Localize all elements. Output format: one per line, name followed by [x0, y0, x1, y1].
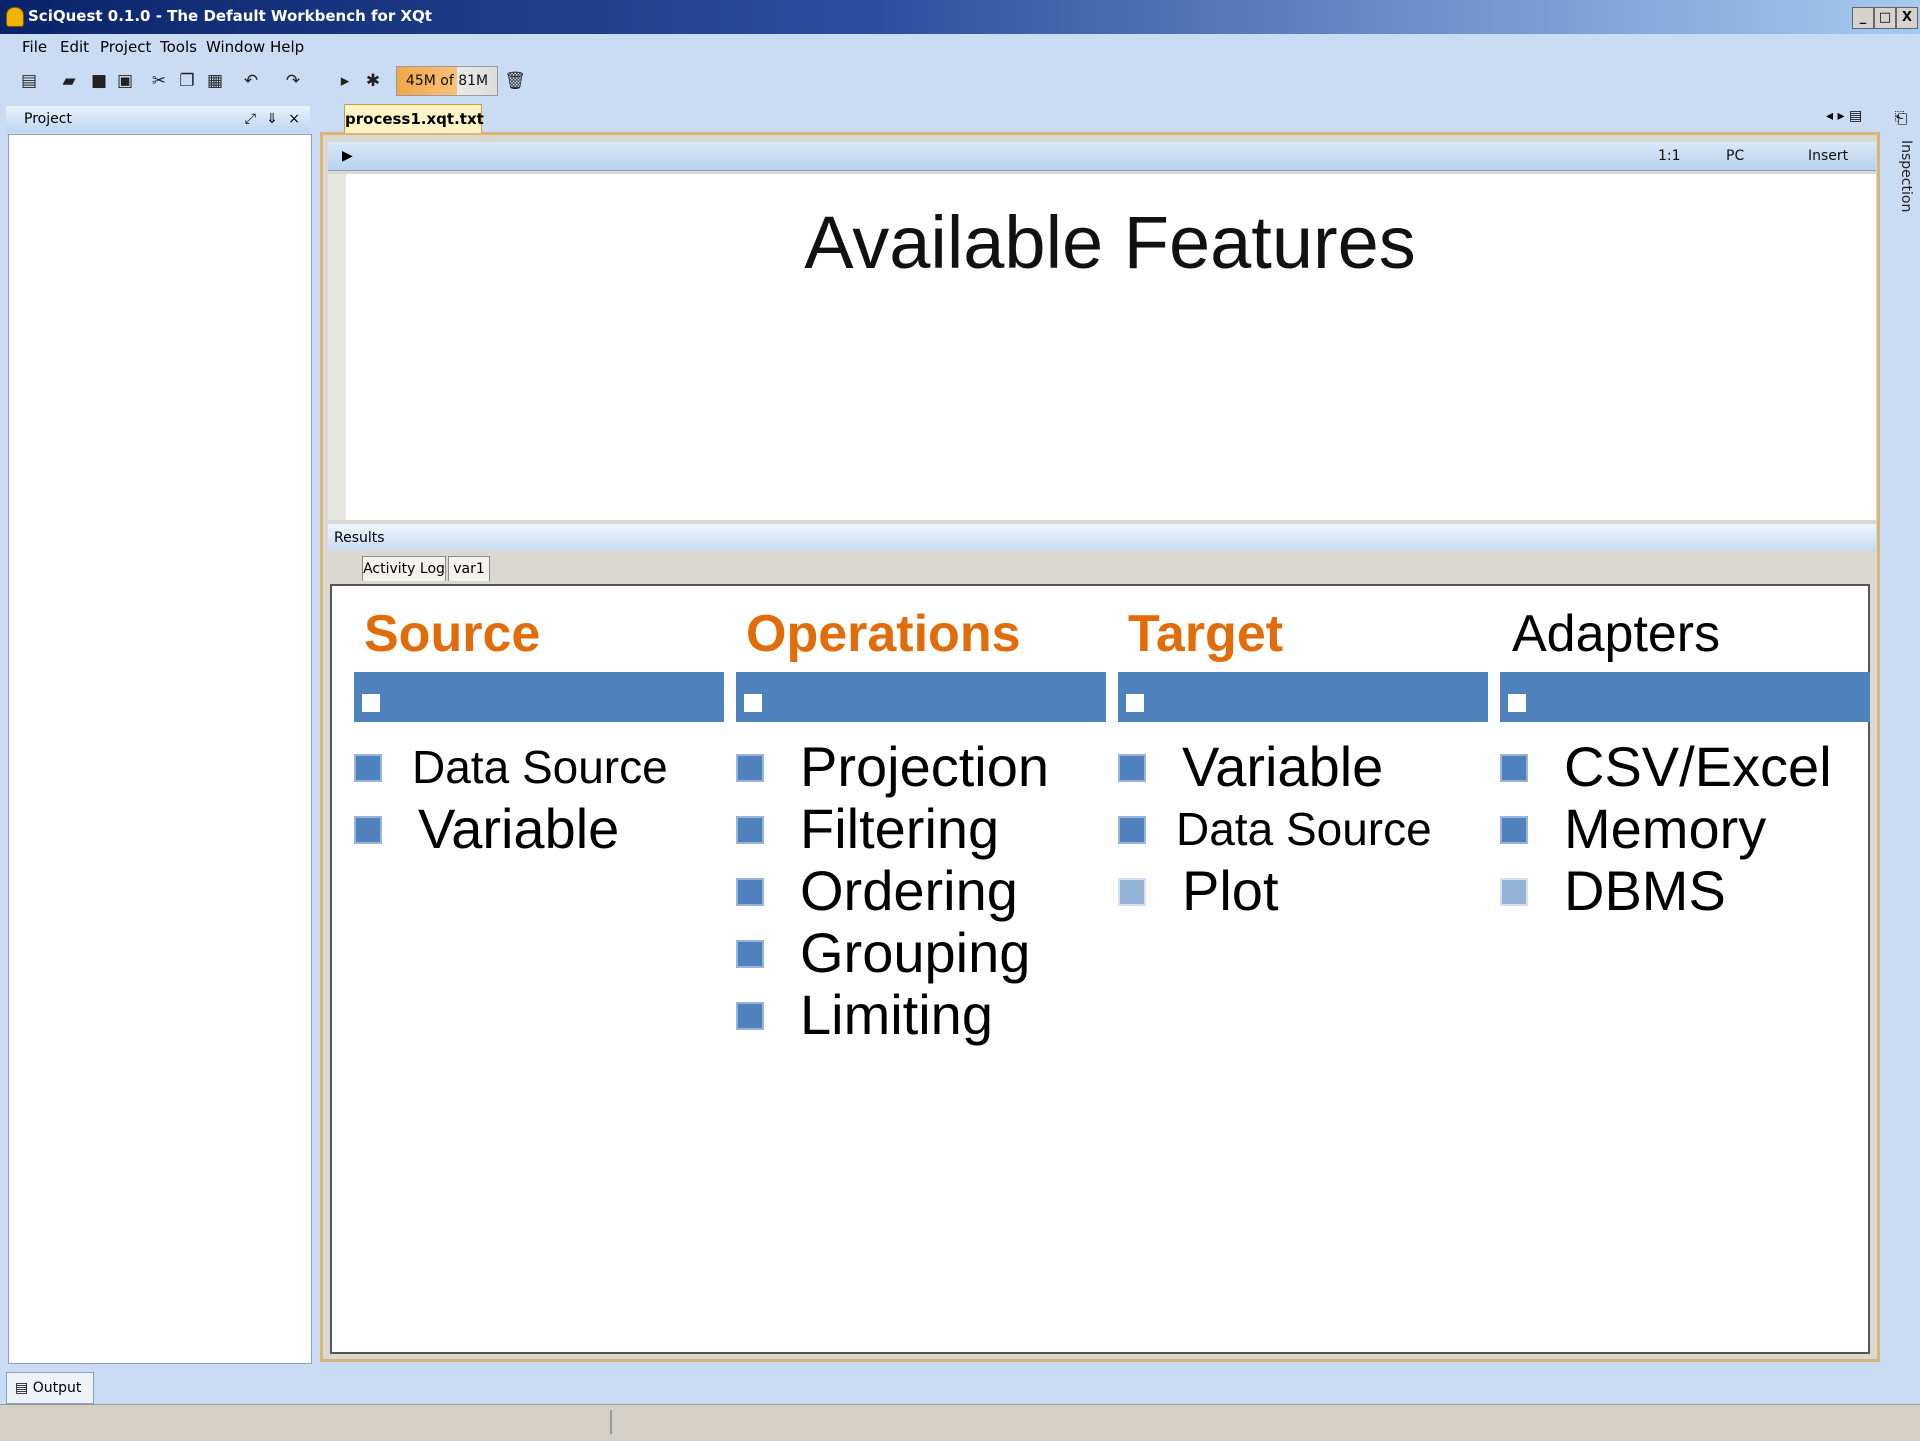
garbage-collect-icon[interactable]: 🗑 [504, 70, 526, 92]
list-item: Memory [1564, 797, 1767, 860]
column-bar-operations [736, 672, 1106, 722]
bullet-icon [1500, 816, 1528, 844]
tab-activity-log[interactable]: Activity Log [362, 556, 446, 581]
list-item: Grouping [800, 921, 1031, 984]
column-bar-source [354, 672, 724, 722]
menu-file[interactable]: File [22, 38, 47, 56]
save-all-icon[interactable]: ▣ [114, 70, 136, 92]
column-title-target: Target [1128, 605, 1284, 663]
column-title-operations: Operations [746, 605, 1021, 663]
redo-icon[interactable]: ↷ [282, 70, 304, 92]
bullet-icon [1118, 816, 1146, 844]
bullet-icon [354, 754, 382, 782]
run-arrow-icon[interactable]: ▶ [342, 148, 353, 164]
output-button[interactable]: ▤ Output [6, 1372, 94, 1404]
new-file-icon[interactable]: ▤ [18, 70, 40, 92]
line-ending: PC [1726, 148, 1745, 164]
menu-help[interactable]: Help [270, 38, 304, 56]
project-panel-title: Project [24, 111, 72, 127]
bullet-icon [736, 816, 764, 844]
inspection-icon[interactable]: ⎗ [1890, 108, 1912, 130]
list-item: Variable [1182, 735, 1384, 798]
status-divider [610, 1410, 612, 1434]
tab-nav-icon[interactable]: ◂ ▸ ▤ [1826, 108, 1862, 124]
column-bar-adapters [1500, 672, 1870, 722]
run-icon[interactable]: ▸ [334, 70, 356, 92]
memory-indicator: 45M of 81M [396, 66, 498, 96]
list-item: Data Source [1176, 803, 1432, 855]
pin-icon[interactable]: ⇓ [266, 106, 278, 132]
bullet-icon [354, 816, 382, 844]
column-bar-target [1118, 672, 1488, 722]
save-icon[interactable]: ■ [88, 70, 110, 92]
results-title: Results [334, 530, 385, 546]
bullet-icon [736, 1002, 764, 1030]
bullet-icon [1500, 754, 1528, 782]
menu-project[interactable]: Project [100, 38, 151, 56]
copy-icon[interactable]: ❐ [176, 70, 198, 92]
list-item: Variable [418, 797, 620, 860]
tab-var1[interactable]: var1 [448, 556, 490, 581]
bullet-icon [1118, 754, 1146, 782]
list-item: Data Source [412, 741, 668, 793]
tab-process-file[interactable]: process1.xqt.txt [344, 104, 484, 133]
column-title-adapters: Adapters [1512, 605, 1721, 663]
project-tree[interactable] [8, 134, 312, 1364]
editor-status-bar [328, 142, 1876, 171]
list-item: Limiting [800, 983, 993, 1046]
insert-mode: Insert [1808, 148, 1849, 164]
close-icon[interactable]: × [288, 106, 300, 132]
inspection-tab[interactable]: Inspection [1890, 140, 1914, 220]
paste-icon[interactable]: ▦ [204, 70, 226, 92]
project-panel-header: Project × ⇓ ⤢ [6, 106, 310, 132]
bullet-icon [1118, 878, 1146, 906]
results-header [328, 524, 1876, 550]
right-dock [1884, 104, 1920, 1364]
cut-icon[interactable]: ✂ [148, 70, 170, 92]
list-item: CSV/Excel [1564, 735, 1832, 798]
close-button[interactable]: X [1896, 7, 1918, 29]
bullet-icon [1500, 878, 1528, 906]
list-item: Projection [800, 735, 1050, 798]
open-folder-icon[interactable]: ▰ [58, 70, 80, 92]
output-icon: ▤ [15, 1380, 29, 1396]
page-title: Available Features [804, 201, 1416, 284]
menu-edit[interactable]: Edit [60, 38, 89, 56]
menu-tools[interactable]: Tools [160, 38, 197, 56]
column-title-source: Source [364, 605, 541, 663]
status-bar [0, 1404, 1920, 1441]
menu-window[interactable]: Window [206, 38, 265, 56]
cursor-position: 1:1 [1658, 148, 1681, 164]
bullet-icon [736, 940, 764, 968]
window-title: SciQuest 0.1.0 - The Default Workbench f… [28, 7, 432, 25]
list-item: Ordering [800, 859, 1018, 922]
minimize-button[interactable]: _ [1852, 7, 1874, 29]
list-item: DBMS [1564, 859, 1726, 922]
maximize-button[interactable]: □ [1874, 7, 1896, 29]
build-icon[interactable]: ✱ [362, 70, 384, 92]
list-item: Filtering [800, 797, 1000, 860]
bullet-icon [736, 878, 764, 906]
float-icon[interactable]: ⤢ [245, 106, 256, 132]
undo-icon[interactable]: ↶ [240, 70, 262, 92]
list-item: Plot [1182, 859, 1279, 922]
bullet-icon [736, 754, 764, 782]
output-label: Output [32, 1380, 82, 1396]
app-icon [6, 7, 24, 27]
